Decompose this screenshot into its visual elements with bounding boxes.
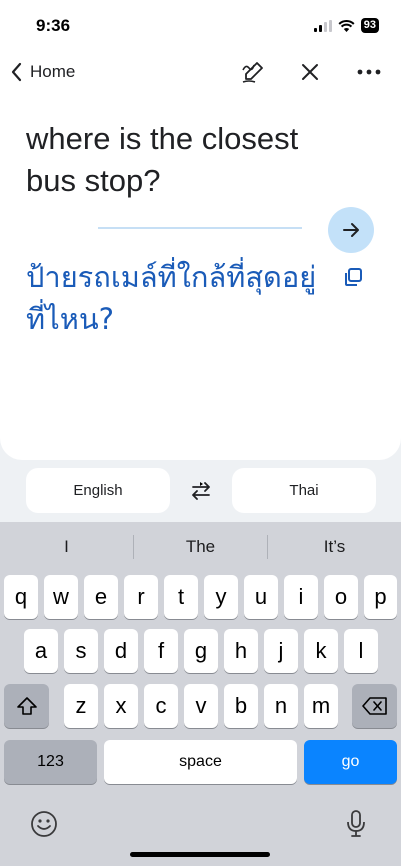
translate-arrow-button[interactable] bbox=[328, 207, 374, 253]
key-c[interactable]: c bbox=[144, 684, 178, 728]
suggestion-1[interactable]: I bbox=[0, 532, 133, 562]
microphone-icon bbox=[347, 810, 365, 837]
key-y[interactable]: y bbox=[204, 575, 238, 619]
copy-icon bbox=[345, 268, 362, 286]
status-icons: 93 bbox=[313, 18, 379, 33]
battery-icon: 93 bbox=[360, 18, 379, 33]
key-q[interactable]: q bbox=[4, 575, 38, 619]
backspace-icon bbox=[361, 697, 387, 715]
key-f[interactable]: f bbox=[144, 629, 178, 673]
close-icon bbox=[302, 64, 318, 80]
space-key[interactable]: space bbox=[104, 740, 297, 784]
key-p[interactable]: p bbox=[364, 575, 397, 619]
suggestion-2[interactable]: The bbox=[134, 532, 267, 562]
dictation-button[interactable] bbox=[340, 808, 372, 840]
key-n[interactable]: n bbox=[264, 684, 298, 728]
go-key[interactable]: go bbox=[304, 740, 397, 784]
wifi-icon bbox=[338, 19, 355, 32]
translate-screen: 9:36 93 Home where is the closest bus st… bbox=[0, 0, 401, 866]
key-a[interactable]: a bbox=[24, 629, 58, 673]
more-icon bbox=[357, 69, 381, 75]
signal-icon bbox=[313, 19, 332, 32]
home-indicator bbox=[130, 852, 270, 857]
source-text-input[interactable]: where is the closest bus stop? bbox=[26, 118, 346, 202]
key-j[interactable]: j bbox=[264, 629, 298, 673]
back-label: Home bbox=[30, 62, 76, 81]
key-u[interactable]: u bbox=[244, 575, 278, 619]
target-language-button[interactable]: Thai bbox=[232, 468, 376, 513]
key-s[interactable]: s bbox=[64, 629, 98, 673]
translated-text: ป้ายรถเมล์ที่ใกล้ที่สุดอยู่ที่ไหน? bbox=[26, 260, 317, 336]
emoji-button[interactable] bbox=[28, 808, 60, 840]
close-button[interactable] bbox=[295, 58, 325, 86]
divider bbox=[98, 227, 302, 229]
backspace-key[interactable] bbox=[352, 684, 397, 728]
key-z[interactable]: z bbox=[64, 684, 98, 728]
key-g[interactable]: g bbox=[184, 629, 218, 673]
copy-button[interactable] bbox=[340, 264, 366, 290]
key-h[interactable]: h bbox=[224, 629, 258, 673]
key-b[interactable]: b bbox=[224, 684, 258, 728]
back-button[interactable]: Home bbox=[8, 58, 75, 86]
key-v[interactable]: v bbox=[184, 684, 218, 728]
swap-icon bbox=[192, 482, 210, 500]
key-e[interactable]: e bbox=[84, 575, 118, 619]
key-d[interactable]: d bbox=[104, 629, 138, 673]
emoji-icon bbox=[31, 811, 57, 837]
handwriting-button[interactable] bbox=[238, 58, 268, 86]
numbers-key[interactable]: 123 bbox=[4, 740, 97, 784]
arrow-right-icon bbox=[343, 223, 359, 237]
chevron-left-icon bbox=[11, 62, 22, 82]
source-language-button[interactable]: English bbox=[26, 468, 170, 513]
handwriting-icon bbox=[242, 62, 263, 83]
more-button[interactable] bbox=[354, 58, 384, 86]
key-m[interactable]: m bbox=[304, 684, 338, 728]
shift-key[interactable] bbox=[4, 684, 49, 728]
status-time: 9:36 bbox=[36, 16, 71, 35]
key-r[interactable]: r bbox=[124, 575, 158, 619]
key-w[interactable]: w bbox=[44, 575, 78, 619]
suggestion-3[interactable]: It’s bbox=[268, 532, 401, 562]
shift-icon bbox=[16, 697, 37, 715]
key-t[interactable]: t bbox=[164, 575, 198, 619]
key-k[interactable]: k bbox=[304, 629, 338, 673]
key-l[interactable]: l bbox=[344, 629, 378, 673]
swap-languages-button[interactable] bbox=[186, 476, 216, 506]
key-x[interactable]: x bbox=[104, 684, 138, 728]
key-o[interactable]: o bbox=[324, 575, 358, 619]
key-i[interactable]: i bbox=[284, 575, 318, 619]
